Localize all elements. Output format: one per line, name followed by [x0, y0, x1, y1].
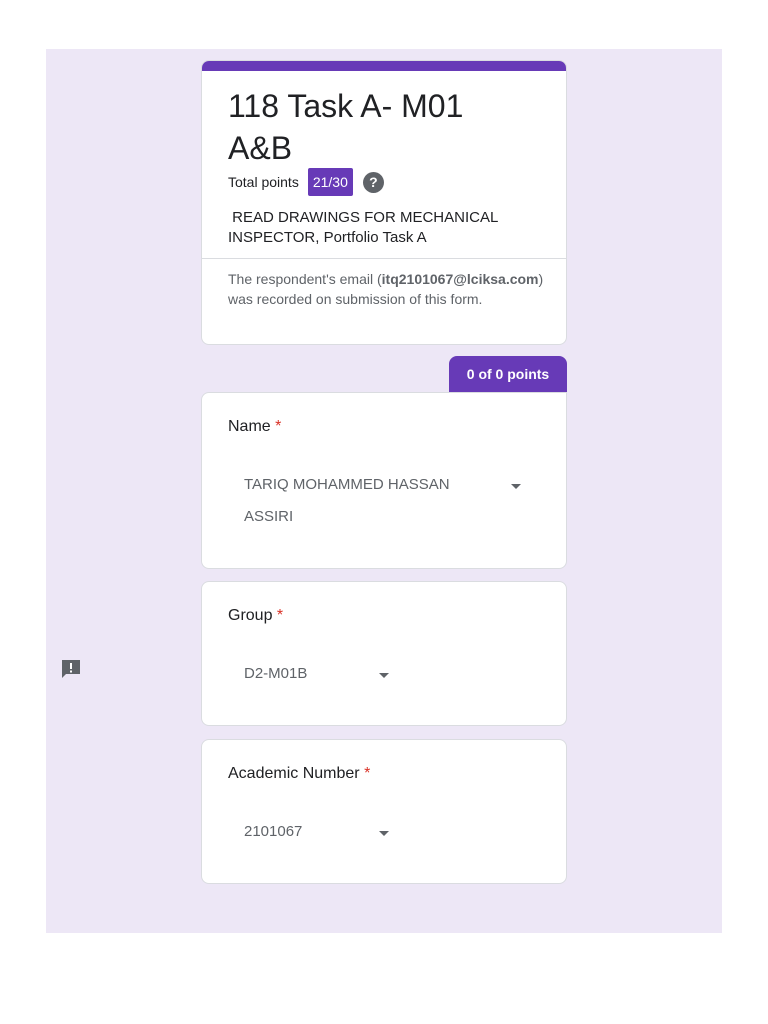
required-mark: *: [364, 765, 371, 782]
total-points-row: Total points 21/30 ?: [228, 168, 384, 196]
total-points-label: Total points: [228, 174, 299, 190]
answer-text-line1: TARIQ MOHAMMED HASSAN: [244, 476, 450, 493]
question-title: Name *: [228, 418, 282, 435]
form-header-card: 118 Task A- M01 A&B Total points 21/30 ?…: [201, 60, 567, 345]
form-description: READ DRAWINGS FOR MECHANICAL INSPECTOR, …: [228, 209, 498, 246]
email-recorded-note: The respondent's email (itq2101067@lciks…: [228, 271, 544, 307]
divider: [202, 258, 566, 259]
question-card-group: Group * D2-M01B: [201, 581, 567, 726]
respondent-email: itq2101067@lciksa.com: [381, 271, 539, 287]
answer-dropdown-academic-number[interactable]: 2101067: [244, 816, 302, 848]
answer-dropdown-name[interactable]: TARIQ MOHAMMED HASSAN ASSIRI: [244, 469, 450, 533]
accent-bar: [202, 61, 566, 71]
section-points-tab: 0 of 0 points: [449, 356, 567, 392]
dropdown-arrow-icon[interactable]: [379, 831, 389, 836]
score-badge: 21/30: [307, 168, 353, 196]
question-title: Academic Number *: [228, 765, 371, 782]
question-title: Group *: [228, 607, 284, 624]
dropdown-arrow-icon[interactable]: [511, 484, 521, 489]
answer-dropdown-group[interactable]: D2-M01B: [244, 658, 307, 690]
report-feedback-icon[interactable]: [60, 659, 82, 679]
dropdown-arrow-icon[interactable]: [379, 673, 389, 678]
answer-text-line2: ASSIRI: [244, 508, 294, 525]
form-title: 118 Task A- M01 A&B: [228, 88, 464, 166]
required-mark: *: [275, 418, 282, 435]
required-mark: *: [276, 607, 284, 624]
help-circle-icon[interactable]: ?: [362, 171, 384, 193]
question-card-name: Name * TARIQ MOHAMMED HASSAN ASSIRI: [201, 392, 567, 569]
question-card-academic-number: Academic Number * 2101067: [201, 739, 567, 884]
